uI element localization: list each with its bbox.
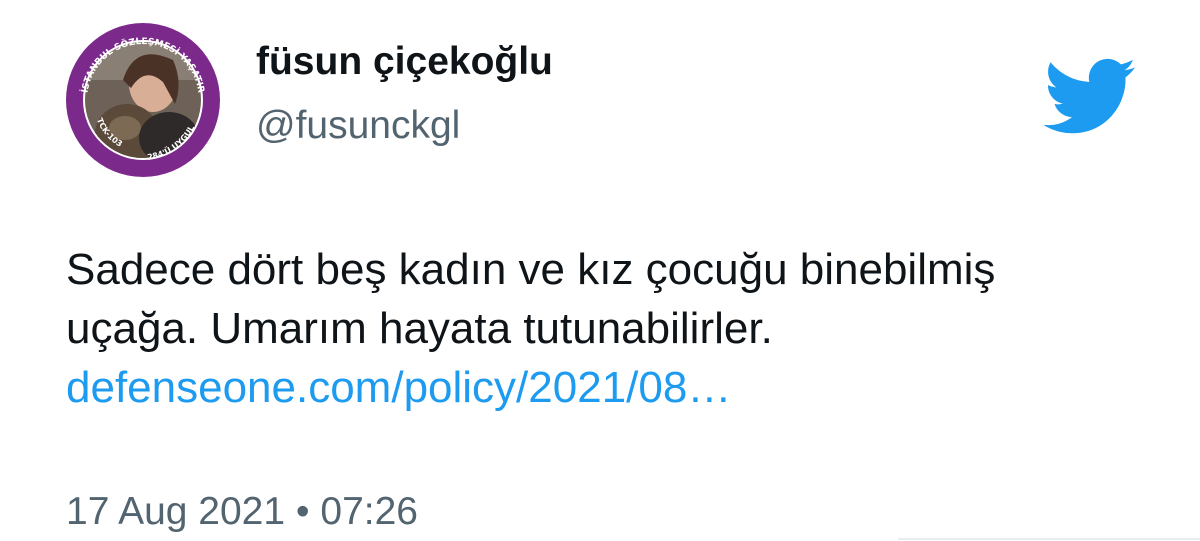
tweet-link[interactable]: defenseone.com/policy/2021/08… (66, 358, 731, 417)
avatar-icon: İSTANBUL SÖZLEŞMESİ YAŞATIR TCK-103 6284… (65, 22, 220, 177)
divider (898, 538, 1200, 540)
author-handle[interactable]: @fusunckgl (256, 104, 460, 148)
avatar[interactable]: İSTANBUL SÖZLEŞMESİ YAŞATIR TCK-103 6284… (65, 22, 221, 178)
tweet-timestamp[interactable]: 17 Aug 2021 • 07:26 (66, 490, 418, 534)
tweet-text: Sadece dört beş kadın ve kız çocuğu bine… (66, 245, 996, 353)
tweet-card: İSTANBUL SÖZLEŞMESİ YAŞATIR TCK-103 6284… (0, 0, 1200, 541)
author-display-name[interactable]: füsun çiçekoğlu (256, 40, 553, 84)
twitter-bird-icon[interactable] (1043, 58, 1137, 136)
